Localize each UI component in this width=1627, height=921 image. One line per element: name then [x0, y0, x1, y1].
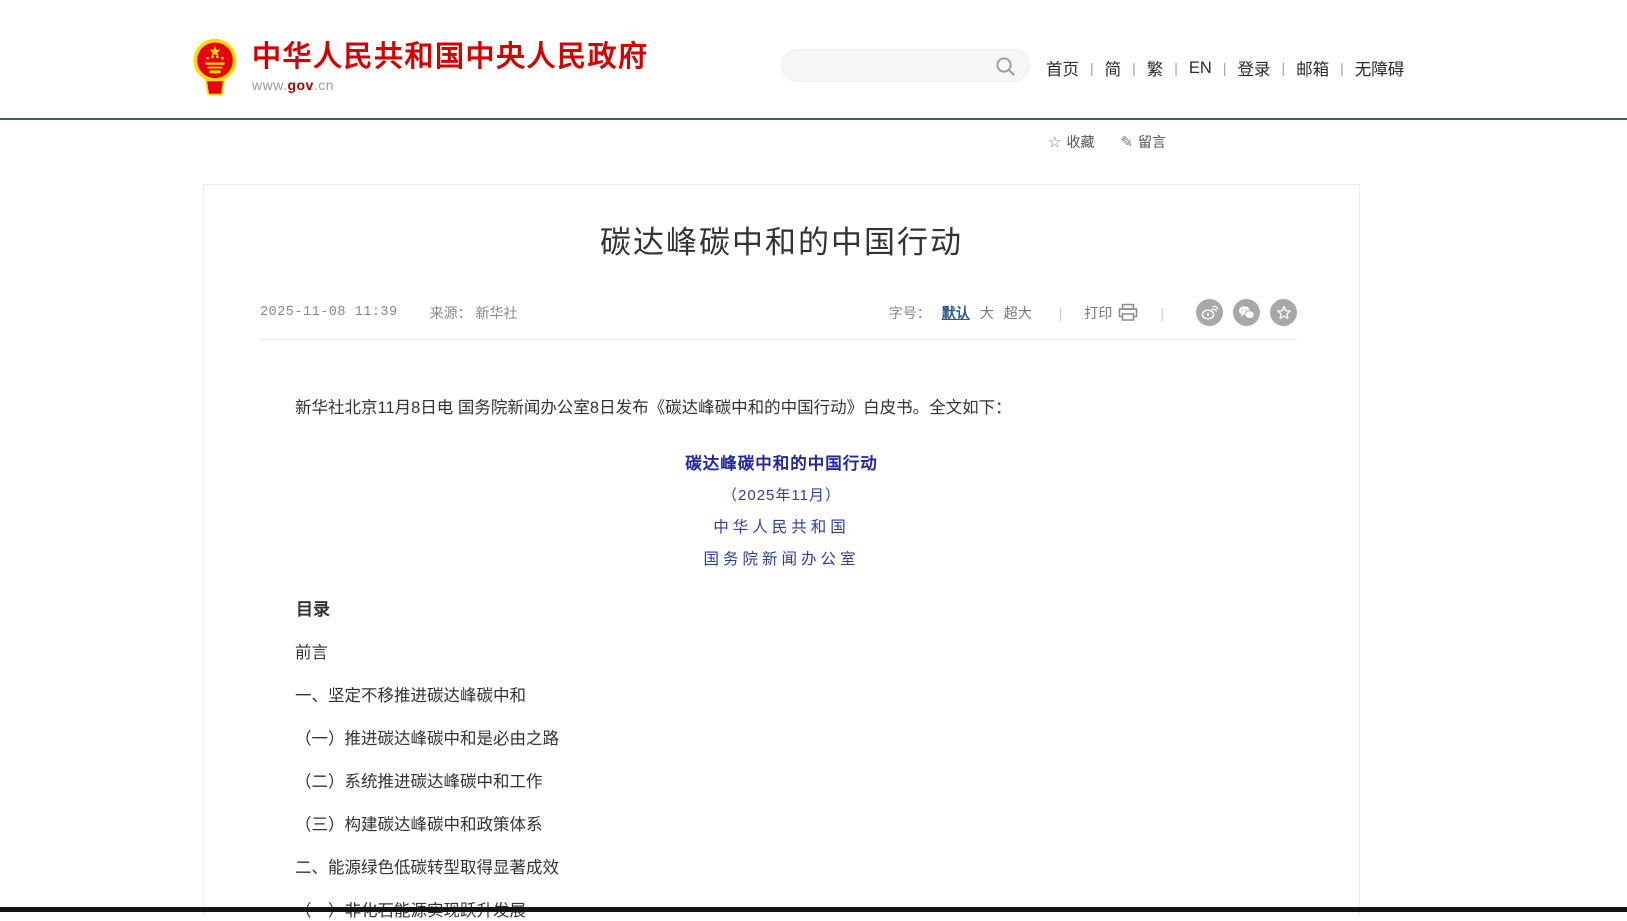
print-button[interactable]: 打印	[1084, 303, 1138, 323]
font-size-large[interactable]: 大	[980, 303, 994, 323]
viewport-bottom-edge	[0, 907, 1627, 912]
print-label: 打印	[1084, 303, 1112, 323]
nav-separator: |	[1281, 60, 1285, 76]
toc-item: 二、能源绿色低碳转型取得显著成效	[204, 858, 1359, 878]
toc-item: （三）构建碳达峰碳中和政策体系	[204, 815, 1359, 835]
publish-date: 2025-11-08 11:39	[260, 305, 398, 320]
top-nav: 首页 | 简 | 繁 | EN | 登录 | 邮箱 | 无障碍	[1046, 56, 1404, 80]
meta-separator: |	[1160, 305, 1164, 321]
font-size-default[interactable]: 默认	[942, 303, 970, 323]
share-icons	[1186, 299, 1297, 326]
toc-item: 一、坚定不移推进碳达峰碳中和	[204, 686, 1359, 706]
site-url-www: www.	[252, 77, 287, 93]
search-icon[interactable]	[995, 56, 1016, 77]
quick-actions: ☆ 收藏 ✎ 留言	[1048, 132, 1166, 152]
font-size-label: 字号：	[889, 303, 931, 323]
national-emblem-icon	[191, 38, 239, 96]
header-divider	[0, 118, 1627, 120]
search-box[interactable]	[781, 49, 1030, 82]
source-value: 新华社	[476, 305, 518, 321]
printer-icon	[1118, 303, 1138, 322]
weibo-share-icon[interactable]	[1196, 299, 1223, 326]
nav-simplified[interactable]: 简	[1105, 56, 1122, 80]
nav-separator: |	[1174, 60, 1178, 76]
nav-separator: |	[1223, 60, 1227, 76]
nav-home[interactable]: 首页	[1046, 56, 1079, 80]
document-org-country: 中华人民共和国	[204, 515, 1359, 537]
article-meta-bar: 2025-11-08 11:39 来源： 新华社 字号： 默认 大 超大 | 打…	[260, 299, 1297, 340]
font-size-xlarge[interactable]: 超大	[1004, 303, 1032, 323]
site-url-gov: gov	[287, 77, 313, 93]
wechat-share-icon[interactable]	[1233, 299, 1260, 326]
nav-separator: |	[1132, 60, 1136, 76]
toc-item: （一）推进碳达峰碳中和是必由之路	[204, 729, 1359, 749]
site-url: www.gov.cn	[252, 77, 649, 93]
source: 来源： 新华社	[430, 303, 518, 323]
site-header: 中华人民共和国中央人民政府 www.gov.cn 首页 | 简 | 繁 | EN…	[0, 0, 1627, 118]
article-meta-right: 字号： 默认 大 超大 | 打印 |	[889, 299, 1297, 326]
search-input[interactable]	[798, 50, 988, 81]
more-share-icon[interactable]	[1270, 299, 1297, 326]
nav-separator: |	[1090, 60, 1094, 76]
site-logo[interactable]: 中华人民共和国中央人民政府 www.gov.cn	[191, 38, 649, 96]
meta-separator: |	[1059, 305, 1063, 321]
document-date: （2025年11月）	[204, 484, 1359, 505]
site-url-cn: .cn	[314, 77, 334, 93]
site-title: 中华人民共和国中央人民政府	[252, 40, 649, 74]
nav-accessibility[interactable]: 无障碍	[1355, 56, 1405, 80]
article-card: 碳达峰碳中和的中国行动 2025-11-08 11:39 来源： 新华社 字号：…	[203, 184, 1360, 915]
article-meta-left: 2025-11-08 11:39 来源： 新华社	[260, 303, 518, 323]
toc-item: （二）系统推进碳达峰碳中和工作	[204, 772, 1359, 792]
document-org-office: 国务院新闻办公室	[204, 547, 1359, 569]
nav-traditional[interactable]: 繁	[1147, 56, 1164, 80]
favorite-label: 收藏	[1066, 132, 1094, 152]
document-title: 碳达峰碳中和的中国行动	[204, 450, 1359, 474]
comment-button[interactable]: ✎ 留言	[1120, 132, 1166, 152]
comment-label: 留言	[1138, 132, 1166, 152]
pencil-icon: ✎	[1120, 133, 1133, 151]
source-label: 来源：	[430, 305, 472, 321]
toc-item: 前言	[204, 643, 1359, 663]
toc-title: 目录	[204, 599, 1359, 620]
page-title: 碳达峰碳中和的中国行动	[204, 221, 1359, 265]
nav-mail[interactable]: 邮箱	[1296, 56, 1329, 80]
nav-separator: |	[1340, 60, 1344, 76]
favorite-button[interactable]: ☆ 收藏	[1048, 132, 1094, 152]
nav-english[interactable]: EN	[1189, 59, 1212, 78]
lead-paragraph: 新华社北京11月8日电 国务院新闻办公室8日发布《碳达峰碳中和的中国行动》白皮书…	[204, 398, 1359, 419]
nav-login[interactable]: 登录	[1237, 56, 1270, 80]
star-icon: ☆	[1048, 133, 1061, 151]
